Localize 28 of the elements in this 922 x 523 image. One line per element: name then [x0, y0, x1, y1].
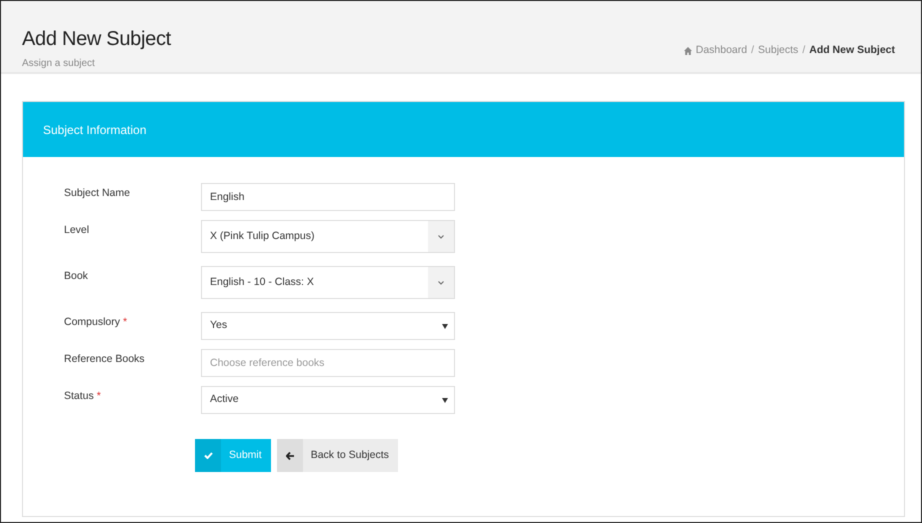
required-mark: *	[123, 315, 128, 330]
page-title: Add New Subject	[22, 29, 171, 49]
breadcrumb-separator: /	[802, 43, 806, 58]
field-label: Subject Name	[64, 186, 130, 201]
field-label: Level	[64, 223, 90, 238]
field-label: Compuslory	[64, 315, 120, 330]
back-button[interactable]: Back to Subjects	[276, 439, 398, 472]
card-header: Subject Information	[23, 102, 904, 157]
chevron-icon	[438, 234, 444, 238]
field-label: Reference Books	[64, 352, 145, 367]
caret-icon	[442, 324, 448, 328]
arrow-left-icon	[286, 452, 294, 460]
select-field[interactable]: Active	[201, 386, 455, 414]
dropdown-field[interactable]: X (Pink Tulip Campus)	[201, 220, 455, 253]
check-icon	[204, 452, 212, 459]
required-mark: *	[96, 389, 101, 404]
input-field[interactable]: English	[201, 183, 455, 211]
input-field[interactable]: Choose reference books	[201, 349, 455, 377]
field-label: Status	[64, 389, 94, 404]
page-subtitle: Assign a subject	[22, 57, 96, 71]
caret-icon	[442, 398, 448, 402]
breadcrumb-current: Add New Subject	[809, 43, 895, 58]
home-icon	[684, 46, 692, 55]
dropdown-field[interactable]: English - 10 - Class: X	[201, 266, 455, 299]
chevron-icon	[438, 280, 444, 284]
breadcrumb-separator: /	[751, 43, 754, 58]
select-field[interactable]: Yes	[201, 312, 455, 340]
field-label: Book	[64, 269, 88, 284]
